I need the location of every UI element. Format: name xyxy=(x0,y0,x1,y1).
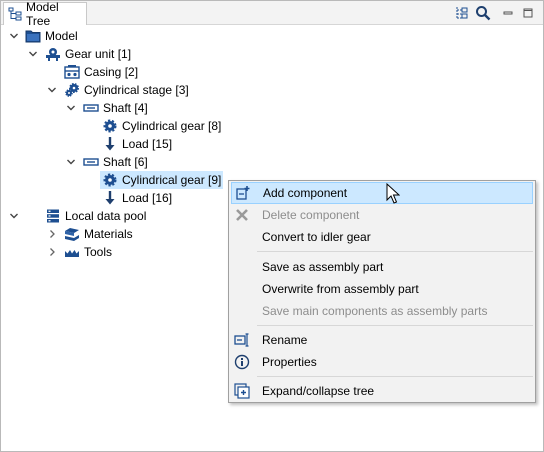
tab-model-tree[interactable]: Model Tree xyxy=(3,0,87,28)
tree-node-gear-unit[interactable]: Gear unit [1] xyxy=(45,45,131,63)
model-tree-icon xyxy=(8,7,22,21)
context-menu: Add component Delete component Convert t… xyxy=(228,180,536,403)
tools-icon xyxy=(64,244,80,260)
menu-item-label: Delete component xyxy=(262,208,360,222)
panel-tab-bar: Model Tree xyxy=(1,0,543,28)
cylindrical-gear-icon xyxy=(102,118,118,134)
gear-unit-icon xyxy=(45,46,61,62)
tree-node-label: Cylindrical stage [3] xyxy=(84,83,189,97)
menu-item-label: Convert to idler gear xyxy=(262,230,371,244)
tree-filter-icon[interactable] xyxy=(454,5,470,21)
tree-node-cylindrical-gear-9[interactable]: Cylindrical gear [9] xyxy=(100,171,224,189)
info-icon xyxy=(234,354,250,370)
menu-item-label: Properties xyxy=(262,355,317,369)
tree-node-label: Load [16] xyxy=(122,191,173,205)
chevron-down-icon[interactable] xyxy=(27,48,39,60)
tree-node-label: Gear unit [1] xyxy=(65,47,132,61)
tree-node-model[interactable]: Model xyxy=(25,27,78,45)
cylindrical-stage-icon xyxy=(64,82,80,98)
shaft-icon xyxy=(83,100,99,116)
casing-icon xyxy=(64,64,80,80)
tree-node-materials[interactable]: Materials xyxy=(64,225,133,243)
selection-highlight: Cylindrical gear [9] xyxy=(100,171,224,189)
tree-node-label: Cylindrical gear [8] xyxy=(122,119,222,133)
menu-item-label: Expand/collapse tree xyxy=(262,384,375,398)
tree-node-shaft-4[interactable]: Shaft [4] xyxy=(83,99,148,117)
chevron-down-icon[interactable] xyxy=(65,102,77,114)
tree-node-casing[interactable]: Casing [2] xyxy=(64,63,138,81)
tree-node-label: Materials xyxy=(84,227,133,241)
materials-icon xyxy=(64,226,80,242)
load-arrow-icon xyxy=(102,190,118,206)
tree-node-load-15[interactable]: Load [15] xyxy=(102,135,172,153)
search-icon[interactable] xyxy=(475,5,491,21)
tree-node-label: Model xyxy=(45,29,78,43)
expand-collapse-icon xyxy=(234,383,250,399)
chevron-down-icon[interactable] xyxy=(8,210,20,222)
menu-item-expand-collapse[interactable]: Expand/collapse tree xyxy=(231,380,533,402)
tree-node-cylindrical-gear-8[interactable]: Cylindrical gear [8] xyxy=(102,117,221,135)
tree-node-label: Shaft [6] xyxy=(103,155,148,169)
menu-item-overwrite-assembly-part[interactable]: Overwrite from assembly part xyxy=(231,278,533,300)
folder-icon xyxy=(25,28,41,44)
menu-separator xyxy=(257,376,533,377)
menu-item-save-assembly-part[interactable]: Save as assembly part xyxy=(231,256,533,278)
menu-item-label: Overwrite from assembly part xyxy=(262,282,419,296)
tree-node-local-data-pool[interactable]: Local data pool xyxy=(45,207,146,225)
tree-node-tools[interactable]: Tools xyxy=(64,243,112,261)
menu-item-delete-component[interactable]: Delete component xyxy=(231,204,533,226)
chevron-down-icon[interactable] xyxy=(65,156,77,168)
tree-node-load-16[interactable]: Load [16] xyxy=(102,189,172,207)
chevron-down-icon[interactable] xyxy=(8,30,20,42)
menu-item-add-component[interactable]: Add component xyxy=(231,182,533,204)
menu-item-rename[interactable]: Rename xyxy=(231,329,533,351)
mouse-cursor-icon xyxy=(386,182,401,205)
rename-icon xyxy=(234,332,250,348)
tree-node-label: Cylindrical gear [9] xyxy=(122,173,222,187)
menu-item-convert-idler-gear[interactable]: Convert to idler gear xyxy=(231,226,533,248)
load-arrow-icon xyxy=(102,136,118,152)
menu-separator xyxy=(257,325,533,326)
tree-node-label: Local data pool xyxy=(65,209,147,223)
tree-node-label: Tools xyxy=(84,245,113,259)
maximize-icon[interactable] xyxy=(520,5,536,21)
menu-item-properties[interactable]: Properties xyxy=(231,351,533,373)
shaft-icon xyxy=(83,154,99,170)
tab-label: Model Tree xyxy=(26,0,59,28)
database-icon xyxy=(45,208,61,224)
cylindrical-gear-icon xyxy=(102,172,118,188)
tree-node-label: Shaft [4] xyxy=(103,101,148,115)
menu-item-label: Add component xyxy=(263,186,348,200)
menu-separator xyxy=(257,251,533,252)
tree-node-cylindrical-stage[interactable]: Cylindrical stage [3] xyxy=(64,81,189,99)
minimize-icon[interactable] xyxy=(500,5,516,21)
model-tree-panel: Model Tree Model Gear unit [1] Casing [2… xyxy=(0,0,544,452)
tree-node-label: Load [15] xyxy=(122,137,173,151)
chevron-right-icon[interactable] xyxy=(46,246,58,258)
chevron-right-icon[interactable] xyxy=(46,228,58,240)
delete-x-icon xyxy=(234,207,250,223)
tree-node-shaft-6[interactable]: Shaft [6] xyxy=(83,153,148,171)
tree-node-label: Casing [2] xyxy=(84,65,139,79)
menu-item-label: Save as assembly part xyxy=(262,260,384,274)
menu-item-label: Save main components as assembly parts xyxy=(262,304,488,318)
menu-item-label: Rename xyxy=(262,333,308,347)
chevron-down-icon[interactable] xyxy=(46,84,58,96)
menu-item-save-main-components[interactable]: Save main components as assembly parts xyxy=(231,300,533,322)
add-component-icon xyxy=(235,185,251,201)
